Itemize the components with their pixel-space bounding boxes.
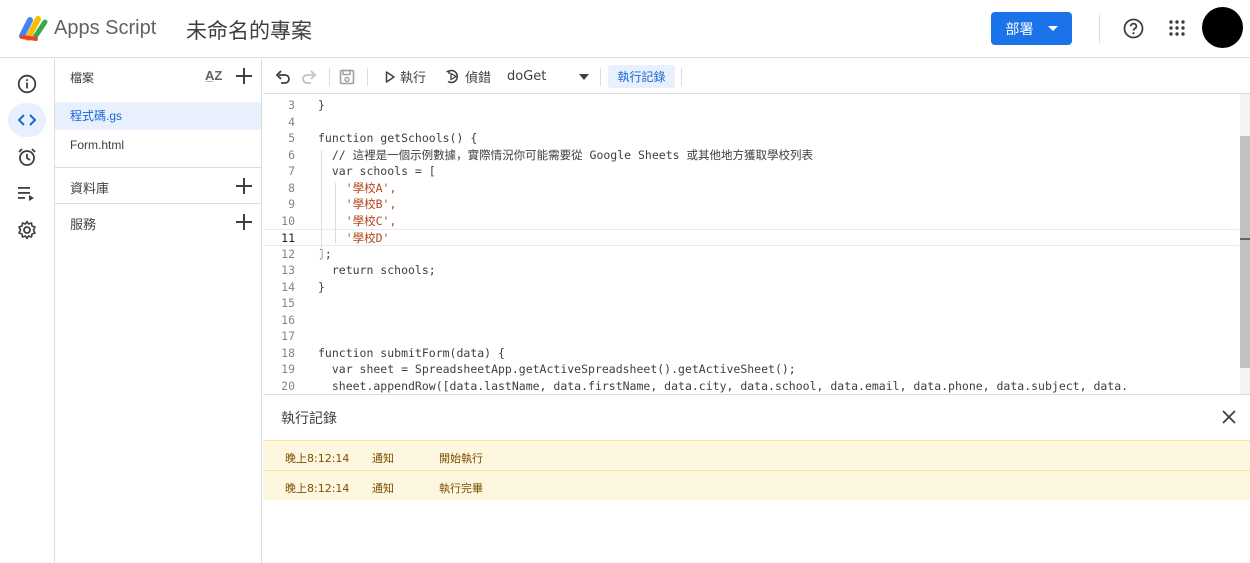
code-line: 4 [288,114,295,129]
scrollbar-cursor-marker [1240,238,1250,240]
play-icon [385,70,395,83]
code-line: 12]; [281,246,332,261]
debug-label: 偵錯 [465,71,492,86]
rail-item-triggers[interactable] [8,140,46,174]
header-divider [1099,15,1100,43]
function-select[interactable]: doGet [507,59,589,94]
code-line: 14} [281,279,325,294]
files-title: 檔案 [70,71,95,85]
run-button[interactable]: 執行 [385,59,426,94]
function-select-value: doGet [507,69,547,84]
undo-button[interactable] [275,59,291,94]
redo-button[interactable] [301,59,317,94]
indent-guide [321,150,322,260]
code-line: 20 sheet.appendRow([data.lastName, data.… [281,378,1129,393]
rail-item-settings[interactable] [8,213,46,247]
redo-icon [302,69,317,84]
code-line: 16 [281,312,295,327]
executions-icon [18,187,34,201]
close-icon[interactable] [1222,410,1236,424]
code-line: 9 '學校B', [288,197,397,211]
log-message: 開始執行 [439,452,483,465]
app-name[interactable]: Apps Script [54,17,156,40]
apps-script-logo[interactable] [18,14,50,42]
deploy-label: 部署 [1005,21,1034,38]
log-row: 晚上8:12:14 通知 執行完畢 [263,470,1250,500]
add-file-icon[interactable] [235,67,253,85]
undo-icon [275,69,290,84]
toolbar-divider [329,68,330,86]
services-label: 服務 [70,218,97,233]
save-button[interactable] [339,59,355,94]
section-libraries[interactable]: 資料庫 [55,167,261,203]
files-panel: 檔案 A̲Z 程式碼.gs Form.html 資料庫 服務 [55,59,262,563]
editor-scrollbar-thumb[interactable] [1240,136,1250,368]
execution-log-button[interactable]: 執行記錄 [608,65,675,88]
code-line: 19 var sheet = SpreadsheetApp.getActiveS… [281,362,796,376]
left-nav-rail [0,59,55,563]
run-label: 執行 [400,71,427,86]
debug-button[interactable]: 偵錯 [445,59,491,94]
clock-icon [18,148,36,166]
sort-az-icon[interactable]: A̲Z [205,68,222,83]
code-line: 6 // 這裡是一個示例數據，實際情況你可能需要從 Google Sheets … [288,147,813,162]
code-icon [17,114,37,126]
gear-icon [18,220,36,240]
log-time: 晚上8:12:14 [285,452,350,465]
log-message: 執行完畢 [439,482,483,495]
indent-guide [335,183,336,243]
add-library-icon[interactable] [235,177,253,195]
debug-icon [446,69,458,84]
apps-script-editor: Apps Script 未命名的專案 部署 檔案 A̲Z 程式碼.gs Form… [0,0,1250,563]
code-line: 15 [281,296,295,310]
google-apps-icon[interactable] [1169,20,1185,36]
rail-item-editor[interactable] [8,103,46,137]
deploy-button[interactable]: 部署 [991,12,1072,45]
code-line: 7 var schools = [ [288,164,436,178]
code-line: 5 function getSchools() { [288,131,478,145]
editor-toolbar: 執行 偵錯 doGet 執行記錄 [263,59,1250,94]
files-header: 檔案 A̲Z [55,59,261,94]
project-name[interactable]: 未命名的專案 [186,15,312,45]
log-level: 通知 [372,452,394,465]
chevron-down-icon [1047,26,1058,31]
code-line: 17 [281,329,295,343]
code-line: 13 return schools; [281,263,436,277]
log-level: 通知 [372,482,394,495]
section-services[interactable]: 服務 [55,203,261,239]
code-line: 3} [288,98,325,112]
log-row: 晚上8:12:14 通知 開始執行 [263,440,1250,470]
toolbar-divider [600,68,601,86]
code-line: 8 '學校A', [288,180,397,195]
info-icon [17,74,37,94]
code-line: 18 function submitForm(data) { [281,345,505,360]
code-line: 10 '學校C', [281,213,397,228]
rail-item-executions[interactable] [8,176,46,210]
avatar[interactable] [1202,7,1243,48]
log-time: 晚上8:12:14 [285,482,350,495]
code-editor[interactable]: 3} 4 5 function getSchools() { 6 // 這裡是一個… [263,94,1250,394]
code-line-current: 11 '學校D' [263,229,1239,246]
file-item-form-html[interactable]: Form.html [55,131,261,159]
libraries-label: 資料庫 [70,182,110,197]
rail-item-overview[interactable] [8,67,46,101]
toolbar-divider [681,68,682,86]
toolbar-divider [367,68,368,86]
execution-log-title: 執行記錄 [281,411,337,427]
chevron-down-icon [579,73,589,80]
save-icon [339,69,355,84]
execution-log-panel: 執行記錄 晚上8:12:14 通知 開始執行 晚上8:12:14 通知 執行完畢 [263,394,1250,563]
help-icon[interactable] [1123,18,1144,39]
file-item-code-gs[interactable]: 程式碼.gs [55,102,261,130]
top-header: Apps Script 未命名的專案 部署 [0,0,1250,58]
add-service-icon[interactable] [235,213,253,231]
